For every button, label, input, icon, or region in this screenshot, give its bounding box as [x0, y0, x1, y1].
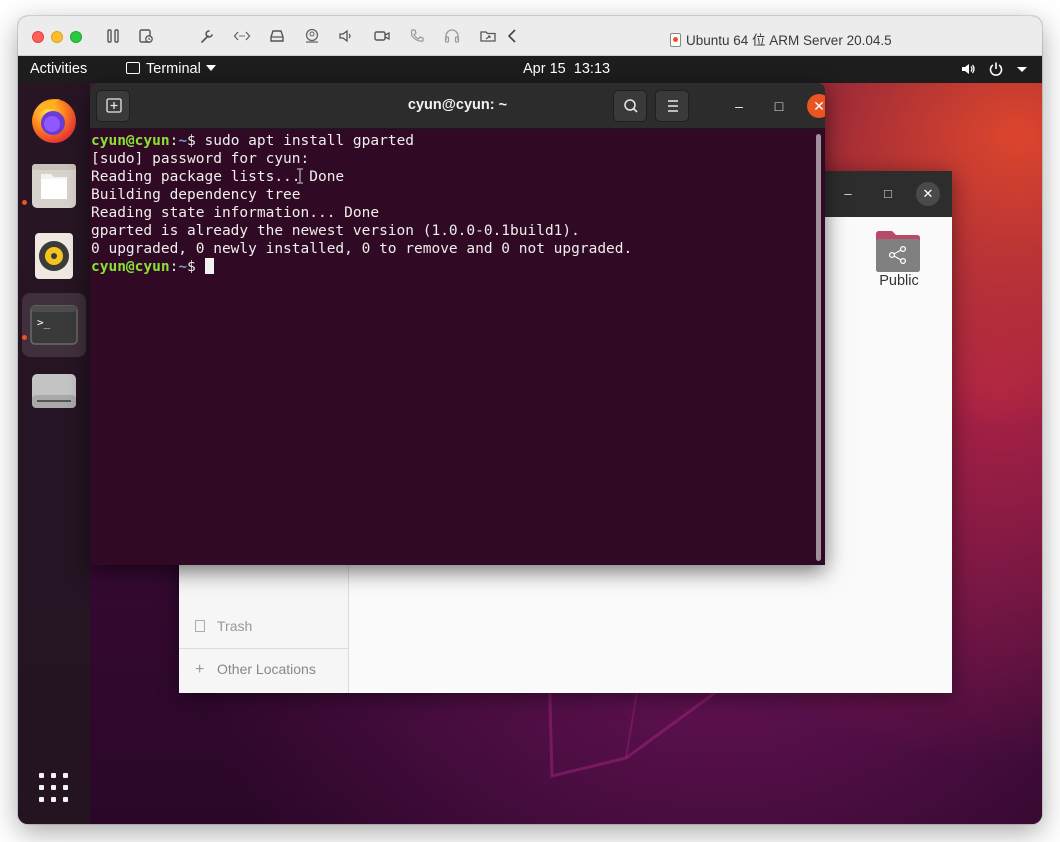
terminal-title: cyun@cyun: ~ — [407, 97, 508, 113]
files-close-button[interactable]: ✕ — [916, 182, 940, 206]
chevron-left-icon[interactable] — [504, 28, 522, 44]
terminal-output[interactable]: cyun@cyun:~$ sudo apt install gparted [s… — [90, 129, 825, 565]
running-indicator — [22, 335, 27, 340]
sidebar-divider — [179, 648, 349, 649]
app-menu-label: Terminal — [146, 61, 201, 77]
sidebar-item-other-locations[interactable]: + Other Locations — [195, 661, 316, 679]
host-title-text: Ubuntu 64 位 ARM Server 20.04.5 — [686, 33, 892, 48]
prompt-symbol: $ — [187, 259, 205, 275]
code-brackets-icon[interactable] — [233, 28, 251, 44]
dock-disk-drive[interactable] — [22, 361, 86, 425]
terminal-app-icon — [126, 62, 140, 74]
terminal-line: 0 upgraded, 0 newly installed, 0 to remo… — [91, 241, 633, 257]
host-window-title: Ubuntu 64 位 ARM Server 20.04.5 — [670, 29, 892, 49]
text-cursor — [204, 258, 214, 274]
clock[interactable]: Apr 15 13:13 — [523, 61, 610, 77]
window-zoom-button[interactable] — [70, 31, 82, 43]
host-titlebar: Ubuntu 64 位 ARM Server 20.04.5 — [18, 16, 1042, 56]
shared-folder-icon[interactable] — [479, 28, 497, 44]
snapshot-icon[interactable] — [137, 28, 155, 44]
share-folder-icon — [876, 231, 920, 272]
disk-drive-icon — [32, 374, 76, 408]
prompt-symbol: $ — [187, 133, 205, 149]
power-icon — [988, 61, 1004, 81]
terminal-line: gparted is already the newest version (1… — [91, 223, 580, 239]
system-status-area[interactable] — [952, 61, 1028, 79]
svg-text:>_: >_ — [37, 316, 51, 329]
guest-desktop: Activities Terminal Apr 15 13:13 >_ – □ … — [18, 56, 1042, 824]
terminal-maximize-button[interactable]: □ — [767, 94, 791, 118]
rhythmbox-icon — [35, 233, 73, 279]
dock-firefox[interactable] — [22, 88, 86, 152]
search-button[interactable] — [613, 90, 647, 122]
caret-down-icon — [1016, 61, 1028, 81]
speaker-icon[interactable] — [337, 28, 355, 44]
prompt-user: cyun@cyun — [91, 133, 170, 149]
files-maximize-button[interactable]: □ — [876, 182, 900, 206]
terminal-window: cyun@cyun: ~ – □ ✕ cyun@cyun:~$ sudo apt… — [90, 83, 825, 565]
document-icon — [670, 33, 681, 47]
prompt-separator: : — [169, 133, 179, 149]
clock-date: Apr 15 — [523, 61, 566, 77]
terminal-scrollbar[interactable] — [816, 134, 821, 561]
firefox-icon — [32, 99, 76, 143]
prompt-user: cyun@cyun — [91, 259, 170, 275]
window-close-button[interactable] — [32, 31, 44, 43]
terminal-line-command: cyun@cyun:~$ sudo apt install gparted — [91, 132, 825, 150]
prompt-path: ~ — [178, 259, 188, 275]
trash-icon — [195, 620, 205, 632]
wrench-icon[interactable] — [198, 28, 216, 44]
menu-button[interactable] — [655, 90, 689, 122]
vm-window: Ubuntu 64 位 ARM Server 20.04.5 Activitie… — [18, 16, 1042, 824]
camera-user-icon[interactable] — [303, 28, 321, 44]
prompt-separator: : — [169, 259, 179, 275]
terminal-line: Building dependency tree — [91, 187, 301, 203]
dock: >_ — [18, 83, 90, 824]
folder-public-label: Public — [879, 273, 919, 289]
plus-icon: + — [195, 661, 205, 678]
files-icon — [32, 164, 76, 208]
terminal-icon: >_ — [30, 305, 78, 345]
dock-rhythmbox[interactable] — [22, 223, 86, 287]
search-icon — [624, 99, 638, 113]
pause-icon[interactable] — [104, 28, 122, 44]
clock-time: 13:13 — [573, 61, 611, 77]
prompt-path: ~ — [178, 133, 188, 149]
phone-icon[interactable] — [408, 28, 426, 44]
app-grid-icon[interactable] — [39, 773, 69, 803]
video-camera-icon[interactable] — [373, 28, 391, 44]
volume-icon — [960, 61, 976, 81]
terminal-close-button[interactable]: ✕ — [807, 94, 825, 118]
activities-button[interactable]: Activities — [30, 61, 87, 77]
drive-icon[interactable] — [268, 28, 286, 44]
hamburger-menu-icon — [668, 100, 678, 112]
terminal-headerbar: cyun@cyun: ~ – □ ✕ — [90, 83, 825, 129]
sidebar-item-trash[interactable]: Trash — [195, 618, 252, 634]
dock-files[interactable] — [22, 155, 86, 219]
window-minimize-button[interactable] — [51, 31, 63, 43]
dock-terminal[interactable]: >_ — [22, 293, 86, 357]
caret-down-icon — [205, 65, 216, 71]
app-menu-terminal[interactable]: Terminal — [126, 61, 216, 77]
command-text: sudo apt install gparted — [204, 133, 415, 149]
headphones-icon[interactable] — [443, 28, 461, 44]
sidebar-item-trash-label: Trash — [217, 618, 253, 634]
terminal-line: [sudo] password for cyun: — [91, 151, 310, 167]
terminal-line: Reading state information... Done — [91, 205, 380, 221]
terminal-line: Reading package lists... Done — [91, 169, 345, 185]
terminal-line-prompt: cyun@cyun:~$ — [91, 258, 825, 276]
files-minimize-button[interactable]: – — [836, 182, 860, 206]
sidebar-item-other-locations-label: Other Locations — [217, 661, 316, 677]
terminal-minimize-button[interactable]: – — [727, 94, 751, 118]
ibeam-cursor-icon — [297, 168, 303, 184]
gnome-topbar: Activities Terminal Apr 15 13:13 — [18, 56, 1042, 83]
